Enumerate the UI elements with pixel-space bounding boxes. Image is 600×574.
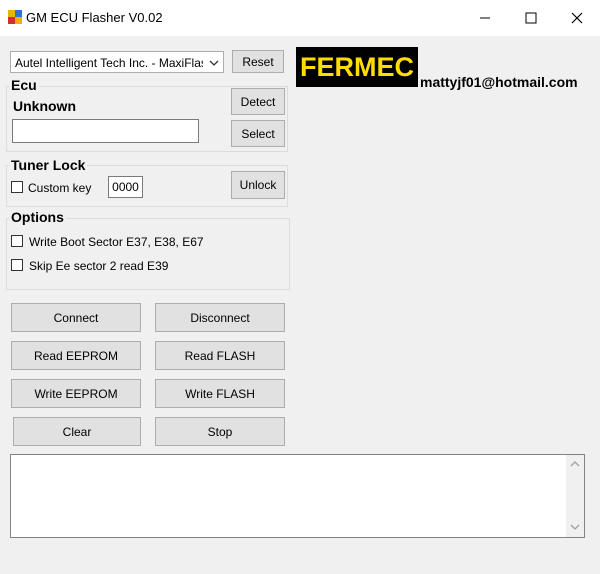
write-eeprom-button[interactable]: Write EEPROM (11, 379, 141, 408)
read-eeprom-button[interactable]: Read EEPROM (11, 341, 141, 370)
write-flash-button[interactable]: Write FLASH (155, 379, 285, 408)
options-group (6, 218, 290, 290)
ecu-field[interactable] (12, 119, 199, 143)
ecu-group-label: Ecu (9, 77, 39, 93)
skip-ee-checkbox[interactable] (11, 259, 23, 271)
maximize-button[interactable] (508, 0, 554, 36)
stop-button[interactable]: Stop (155, 417, 285, 446)
reset-button[interactable]: Reset (232, 50, 284, 73)
connect-button[interactable]: Connect (11, 303, 141, 332)
title-bar: GM ECU Flasher V0.02 (0, 0, 600, 36)
log-scrollbar[interactable] (566, 455, 584, 537)
author-email: mattyjf01@hotmail.com (420, 74, 578, 90)
read-flash-button[interactable]: Read FLASH (155, 341, 285, 370)
minimize-button[interactable] (462, 0, 508, 36)
log-output[interactable] (10, 454, 585, 538)
write-boot-checkbox[interactable] (11, 235, 23, 247)
skip-ee-label: Skip Ee sector 2 read E39 (29, 259, 169, 273)
minimize-icon (480, 17, 490, 19)
window-title: GM ECU Flasher V0.02 (26, 10, 163, 25)
app-icon (8, 10, 22, 24)
unlock-button[interactable]: Unlock (231, 171, 285, 199)
write-boot-label: Write Boot Sector E37, E38, E67 (29, 235, 204, 249)
disconnect-button[interactable]: Disconnect (155, 303, 285, 332)
key-input[interactable]: 0000 (108, 176, 143, 198)
detect-button[interactable]: Detect (231, 88, 285, 115)
options-group-label: Options (9, 209, 66, 225)
close-icon (571, 12, 583, 24)
brand-logo: FERMEC (296, 47, 418, 87)
custom-key-label: Custom key (28, 181, 92, 195)
clear-button[interactable]: Clear (13, 417, 141, 446)
maximize-icon (525, 12, 537, 24)
scroll-up-icon[interactable] (570, 460, 580, 468)
select-button[interactable]: Select (231, 120, 285, 147)
device-select-value: Autel Intelligent Tech Inc. - MaxiFlash … (15, 56, 203, 70)
tuner-lock-group-label: Tuner Lock (9, 157, 88, 173)
custom-key-checkbox[interactable] (11, 181, 23, 193)
ecu-status: Unknown (13, 98, 76, 114)
close-button[interactable] (554, 0, 600, 36)
chevron-down-icon (209, 60, 219, 66)
scroll-down-icon[interactable] (570, 523, 580, 531)
device-select[interactable]: Autel Intelligent Tech Inc. - MaxiFlash … (10, 51, 224, 73)
